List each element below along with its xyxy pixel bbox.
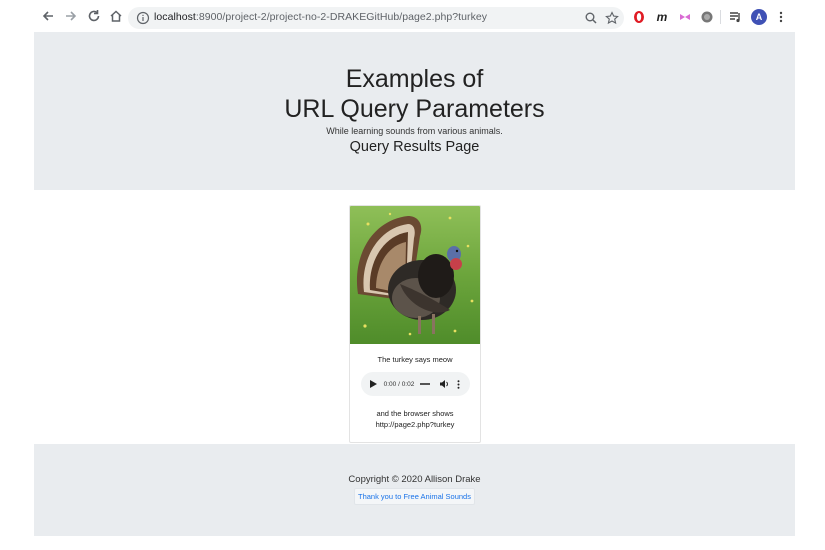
back-arrow-icon [42, 11, 53, 21]
browser-shows-url: http://page2.php?turkey [375, 420, 455, 429]
menu-button[interactable] [774, 10, 788, 24]
audio-menu-button[interactable] [454, 372, 462, 396]
globe-icon [701, 11, 713, 23]
turkey-photo [350, 206, 480, 344]
url-text[interactable]: localhost:8900/project-2/project-no-2-DR… [154, 11, 487, 23]
page-title-line2: URL Query Parameters [284, 95, 545, 123]
volume-icon [439, 380, 448, 388]
page-footer: Copyright © 2020 Allison Drake Thank you… [34, 444, 795, 536]
reload-button[interactable] [86, 8, 102, 24]
media-extension[interactable] [729, 10, 743, 24]
copyright-text: Copyright © 2020 Allison Drake [348, 474, 481, 485]
page-subtitle: While learning sounds from various anima… [326, 126, 503, 136]
back-button[interactable] [40, 8, 56, 24]
playlist-icon [730, 12, 740, 23]
results-heading: Query Results Page [349, 139, 480, 155]
progress-track [420, 383, 430, 385]
profile-avatar[interactable]: A [751, 9, 767, 25]
address-bar[interactable]: localhost:8900/project-2/project-no-2-DR… [128, 7, 624, 29]
audio-time: 0:00 / 0:02 [383, 380, 415, 388]
audio-progress-bar[interactable] [419, 372, 431, 396]
toolbar-divider [720, 10, 721, 24]
m-extension-icon[interactable]: m [655, 10, 669, 24]
url-host: localhost [154, 11, 196, 23]
forward-arrow-icon [66, 11, 77, 21]
forward-button[interactable] [63, 8, 79, 24]
info-icon[interactable] [136, 11, 150, 25]
browser-toolbar: localhost:8900/project-2/project-no-2-DR… [0, 0, 825, 32]
volume-button[interactable] [439, 372, 449, 396]
page-title-line1: Examples of [345, 65, 484, 93]
audio-kebab-icon [457, 379, 459, 389]
bookmark-star-icon[interactable] [605, 11, 619, 25]
play-icon [369, 380, 377, 388]
reload-icon [88, 10, 100, 22]
animal-says-text: The turkey says meow [377, 355, 453, 364]
animal-card: The turkey says meow 0:00 / 0:02 and the… [349, 205, 481, 443]
bow-extension[interactable] [678, 10, 692, 24]
kebab-menu-icon [779, 11, 783, 23]
home-icon [110, 10, 122, 22]
thanks-link-button[interactable]: Thank you to Free Animal Sounds [354, 488, 475, 505]
opera-icon [634, 11, 644, 23]
home-button[interactable] [108, 8, 124, 24]
bow-icon [680, 14, 690, 20]
url-path: :8900/project-2/project-no-2-DRAKEGitHub… [195, 11, 488, 23]
audio-player[interactable]: 0:00 / 0:02 [361, 372, 470, 396]
browser-shows-label: and the browser shows [376, 409, 454, 418]
header-jumbotron: Examples of URL Query Parameters While l… [34, 32, 795, 190]
opera-extension[interactable] [632, 10, 646, 24]
zoom-icon[interactable] [584, 11, 598, 25]
play-button[interactable] [368, 372, 378, 396]
globe-extension[interactable] [700, 10, 714, 24]
